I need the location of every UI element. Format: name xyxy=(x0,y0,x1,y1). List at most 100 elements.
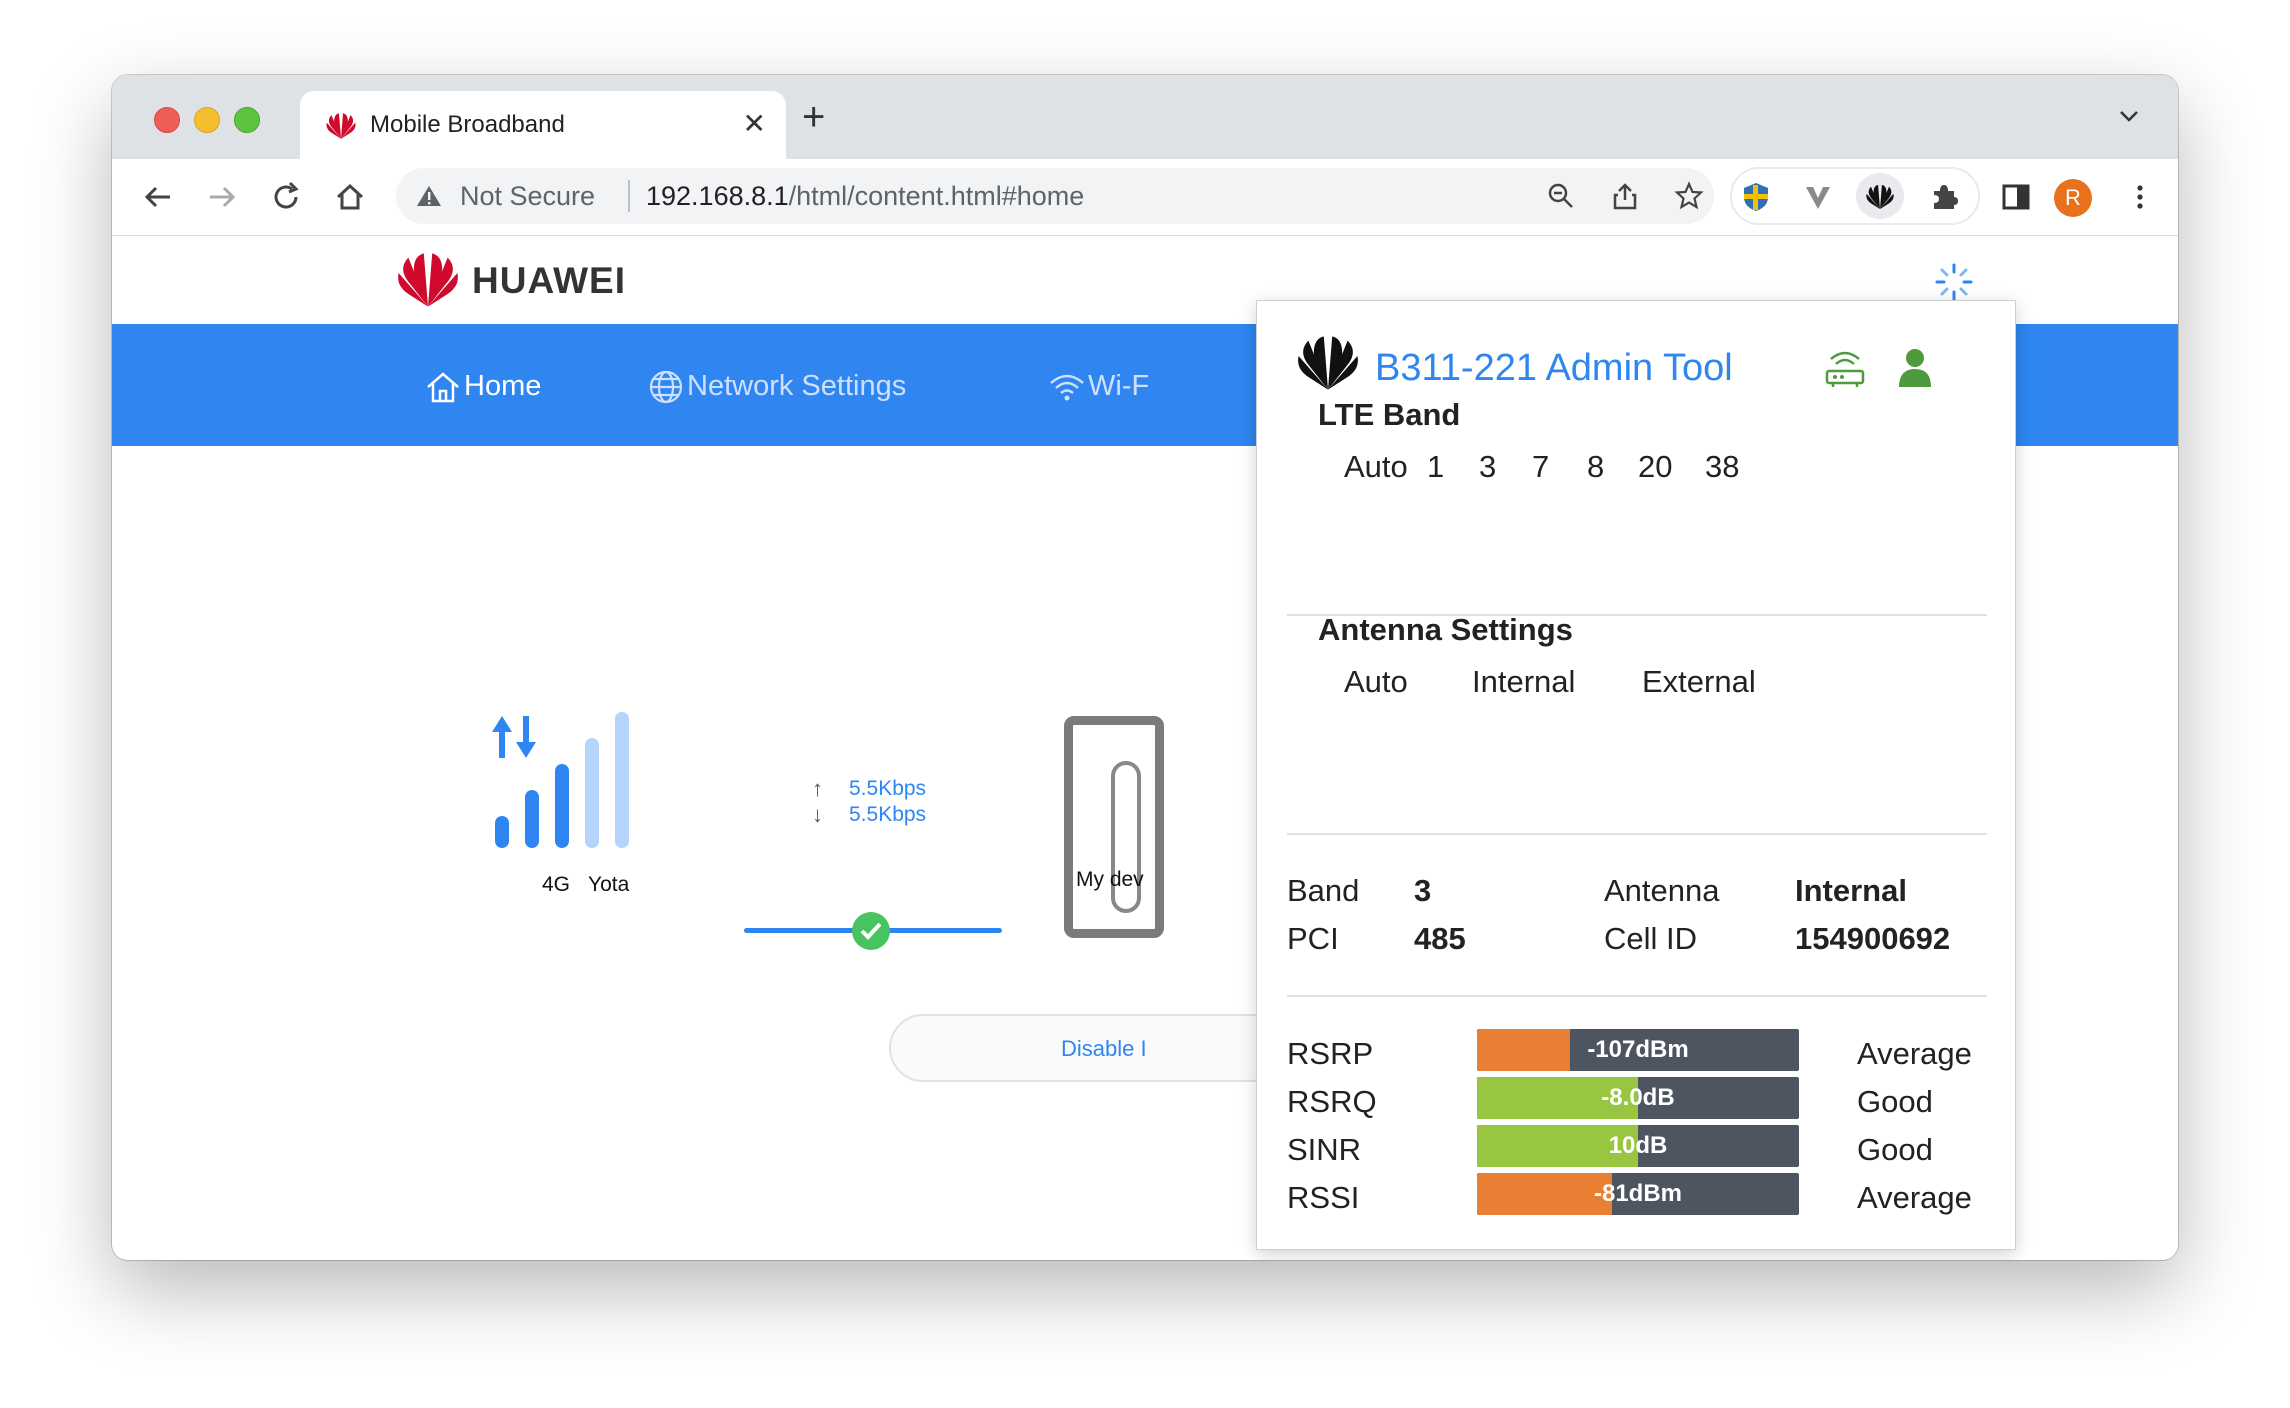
sinr-label: SINR xyxy=(1287,1132,1362,1167)
network-type-label: 4G xyxy=(542,873,571,896)
band-option-7[interactable]: 7 xyxy=(1532,449,1549,485)
signal-strength-icon xyxy=(492,712,629,848)
puzzle-extensions-icon[interactable] xyxy=(1928,181,1960,213)
tab-title: Mobile Broadband xyxy=(370,111,565,138)
rssi-quality: Average xyxy=(1857,1180,1972,1215)
rsrq-meter: -8.0dB xyxy=(1477,1077,1799,1119)
tab-close-icon[interactable]: ✕ xyxy=(743,109,766,139)
band-option-20[interactable]: 20 xyxy=(1638,449,1672,485)
section-divider xyxy=(1287,995,1987,997)
router-device-icon xyxy=(1064,716,1164,938)
rsrp-meter: -107dBm xyxy=(1477,1029,1799,1071)
my-device-label[interactable]: My dev xyxy=(1076,868,1144,892)
zoom-icon[interactable] xyxy=(1546,181,1576,211)
new-tab-button[interactable]: + xyxy=(802,97,825,137)
share-icon[interactable] xyxy=(1610,181,1640,211)
sinr-quality: Good xyxy=(1857,1132,1933,1167)
rssi-value: -81dBm xyxy=(1593,1180,1683,1207)
band-option-8[interactable]: 8 xyxy=(1587,449,1604,485)
omnibox-divider xyxy=(628,180,630,212)
reload-icon[interactable] xyxy=(266,177,306,217)
antenna-option-internal[interactable]: Internal xyxy=(1472,664,1575,700)
cell-id-label: Cell ID xyxy=(1604,921,1698,956)
band-option-3[interactable]: 3 xyxy=(1479,449,1496,485)
rsrp-value: -107dBm xyxy=(1587,1036,1689,1063)
back-arrow-icon[interactable] xyxy=(138,177,178,217)
v-extension-icon[interactable] xyxy=(1802,181,1834,213)
admin-tool-popup: B311-221 Admin Tool LTE Band Auto 1 3 7 … xyxy=(1256,300,2016,1250)
forward-arrow-icon[interactable] xyxy=(202,177,242,217)
nav-network-settings[interactable]: Network Settings xyxy=(647,368,906,408)
band-option-auto[interactable]: Auto xyxy=(1344,449,1408,485)
huawei-extension-icon[interactable] xyxy=(1864,181,1896,213)
band-value: 3 xyxy=(1414,873,1432,908)
band-option-1[interactable]: 1 xyxy=(1427,449,1444,485)
huawei-logo-icon xyxy=(398,253,458,307)
browser-toolbar: Not Secure 192.168.8.1/html/content.html… xyxy=(112,159,2178,236)
huawei-logo-icon xyxy=(1298,336,1358,390)
router-wifi-icon[interactable] xyxy=(1823,345,1867,389)
brand-name: HUAWEI xyxy=(472,260,626,301)
antenna-settings-heading: Antenna Settings xyxy=(1318,612,1573,647)
operator-label: Yota xyxy=(588,873,630,896)
sinr-meter: 10dB xyxy=(1477,1125,1799,1167)
vpn-extension-icon[interactable] xyxy=(1740,181,1772,213)
loading-spinner-icon xyxy=(1935,263,1973,301)
rssi-meter: -81dBm xyxy=(1477,1173,1799,1215)
profile-avatar[interactable]: R xyxy=(2054,179,2092,217)
antenna-value: Internal xyxy=(1795,873,1907,908)
browser-tab[interactable]: Mobile Broadband ✕ xyxy=(300,91,786,159)
minimize-window-button[interactable] xyxy=(194,107,220,133)
address-bar[interactable]: Not Secure 192.168.8.1/html/content.html… xyxy=(396,168,1714,224)
maximize-window-button[interactable] xyxy=(234,107,260,133)
antenna-label: Antenna xyxy=(1604,873,1720,908)
close-window-button[interactable] xyxy=(154,107,180,133)
kebab-menu-icon[interactable] xyxy=(2124,181,2156,213)
home-icon[interactable] xyxy=(330,177,370,217)
band-option-38[interactable]: 38 xyxy=(1705,449,1739,485)
lte-band-heading: LTE Band xyxy=(1318,397,1461,432)
tab-strip: Mobile Broadband ✕ + xyxy=(112,75,2178,159)
url-host: 192.168.8.1 xyxy=(646,181,789,211)
band-label: Band xyxy=(1287,873,1360,908)
bookmark-star-icon[interactable] xyxy=(1674,181,1704,211)
antenna-option-auto[interactable]: Auto xyxy=(1344,664,1408,700)
url-path: /html/content.html#home xyxy=(788,181,1085,211)
nav-home-label: Home xyxy=(464,370,542,402)
huawei-favicon-icon xyxy=(326,113,356,139)
tab-search-chevron-icon[interactable] xyxy=(2114,101,2144,131)
cell-id-value: 154900692 xyxy=(1795,921,1951,956)
disable-button[interactable]: Disable I xyxy=(889,1014,1289,1082)
side-panel-icon[interactable] xyxy=(2000,181,2032,213)
url-text[interactable]: 192.168.8.1/html/content.html#home xyxy=(646,181,1084,212)
pci-value: 485 xyxy=(1414,921,1466,956)
extensions-group xyxy=(1730,167,1980,225)
nav-wifi[interactable]: Wi-F xyxy=(1048,368,1149,408)
upload-rate: 5.5Kbps xyxy=(849,777,927,800)
download-rate: 5.5Kbps xyxy=(849,803,927,826)
upload-arrow-icon: ↑ xyxy=(812,776,823,801)
browser-window: Mobile Broadband ✕ + Not Secure 192.168.… xyxy=(112,75,2178,1260)
user-icon[interactable] xyxy=(1893,345,1937,389)
nav-network-settings-label: Network Settings xyxy=(687,370,907,402)
rsrq-value: -8.0dB xyxy=(1601,1084,1675,1111)
pci-label: PCI xyxy=(1287,921,1339,956)
warning-icon[interactable] xyxy=(416,184,442,208)
globe-icon xyxy=(649,371,683,404)
antenna-option-external[interactable]: External xyxy=(1642,664,1756,700)
sinr-value: 10dB xyxy=(1608,1132,1668,1159)
nav-home[interactable]: Home xyxy=(424,368,541,408)
nav-wifi-label: Wi-F xyxy=(1088,370,1150,402)
download-arrow-icon: ↓ xyxy=(812,802,823,827)
wifi-icon xyxy=(1050,375,1084,401)
rsrq-quality: Good xyxy=(1857,1084,1933,1119)
connected-check-icon xyxy=(852,912,890,950)
rssi-label: RSSI xyxy=(1287,1180,1360,1215)
rsrp-label: RSRP xyxy=(1287,1036,1374,1071)
disable-button-label: Disable I xyxy=(1061,1036,1147,1061)
rsrq-label: RSRQ xyxy=(1287,1084,1377,1119)
home-icon xyxy=(427,372,459,403)
rsrp-quality: Average xyxy=(1857,1036,1972,1071)
section-divider xyxy=(1287,833,1987,835)
security-label[interactable]: Not Secure xyxy=(460,181,595,212)
